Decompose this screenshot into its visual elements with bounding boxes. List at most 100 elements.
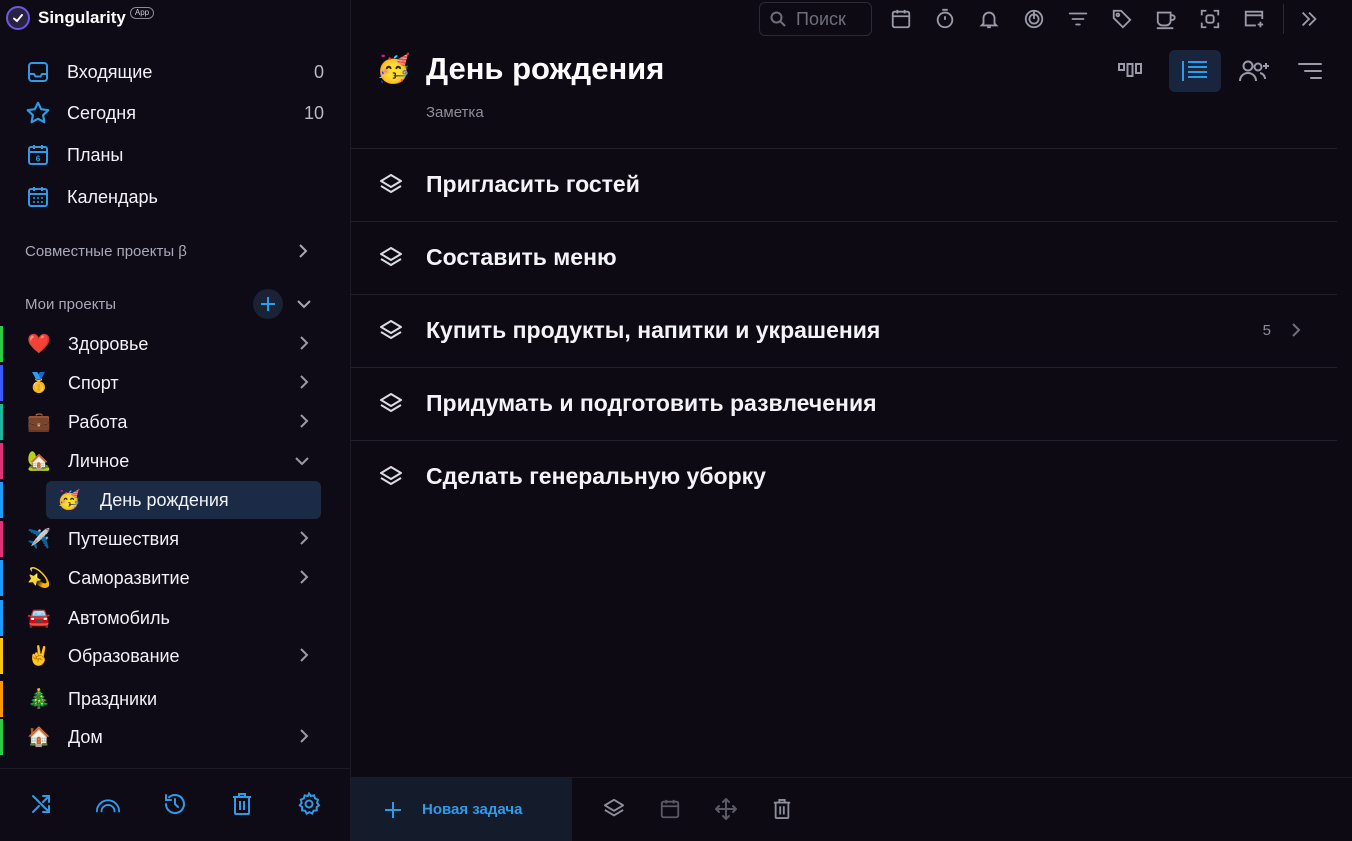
nav-inbox[interactable]: Входящие 0 [24,57,326,87]
calendar-icon[interactable] [657,796,683,822]
chevron-right-icon[interactable] [298,413,310,429]
project-work[interactable]: 💼 Работа [0,404,326,440]
project-emoji: 🏠 [27,727,51,748]
logo-check-icon [6,6,30,30]
list-view-icon [1182,61,1207,81]
chevron-right-icon[interactable] [298,647,310,663]
board-view-button[interactable] [1104,50,1156,92]
project-color-bar [0,521,3,557]
project-name: Автомобиль [68,607,170,628]
project-car[interactable]: 🚘 Автомобиль [0,600,326,636]
nav-calendar[interactable]: Календарь [24,182,326,212]
chevron-right-icon[interactable] [298,530,310,546]
task-row[interactable]: Придумать и подготовить развлечения [351,367,1337,439]
project-name: Саморазвитие [68,567,190,588]
layers-icon[interactable] [601,796,627,822]
project-color-bar [0,482,3,518]
task-row[interactable]: Составить меню [351,221,1337,293]
task-title: Сделать генеральную уборку [426,463,766,489]
plus-icon [384,801,402,819]
user-add-icon [1239,60,1269,82]
sort-options-button[interactable] [1284,50,1336,92]
project-color-bar [0,638,3,674]
project-self-development[interactable]: 💫 Саморазвитие [0,560,326,596]
my-projects-label: Мои проекты [25,295,117,313]
list-view-button[interactable] [1169,50,1221,92]
project-education[interactable]: ✌️ Образование [0,638,326,674]
chevron-right-icon [297,244,309,258]
project-title-emoji[interactable]: 🥳 [376,52,411,85]
project-holidays[interactable]: 🎄 Праздники [0,681,326,717]
project-home[interactable]: 🏠 Дом [0,719,326,755]
project-emoji: 💼 [27,412,51,433]
shared-projects-header[interactable]: Совместные проекты β [25,239,317,263]
project-emoji: 🏡 [27,451,51,472]
subtask-count: 5 [1262,322,1271,339]
project-sport[interactable]: 🥇 Спорт [0,365,326,401]
project-personal[interactable]: 🏡 Личное [0,443,326,479]
new-task-button[interactable]: Новая задача [351,778,572,841]
task-row[interactable]: Сделать генеральную уборку [351,440,1337,512]
main-panel: 🥳 День рождения Заметка Пригласить госте… [351,0,1352,841]
svg-text:6: 6 [36,155,41,164]
project-emoji: ✈️ [27,529,51,550]
chevron-right-icon[interactable] [1291,322,1301,338]
chevron-right-icon[interactable] [298,374,310,390]
page-title[interactable]: День рождения [426,51,664,87]
add-project-button[interactable] [253,289,283,319]
move-icon[interactable] [713,796,739,822]
my-projects-header[interactable]: Мои проекты [25,289,317,319]
chevron-right-icon[interactable] [298,569,310,585]
project-emoji: 🥳 [57,490,81,511]
project-birthday[interactable]: 🥳 День рождения [0,482,326,518]
project-emoji: ❤️ [27,334,51,355]
project-color-bar [0,404,3,440]
assign-user-button[interactable] [1229,50,1281,92]
nav-today[interactable]: Сегодня 10 [24,98,326,128]
board-view-icon [1118,63,1142,77]
history-icon[interactable] [162,791,188,817]
project-name: Здоровье [68,333,149,354]
star-icon [24,99,52,127]
page-subtitle-note[interactable]: Заметка [426,104,484,121]
project-emoji: 🥇 [27,373,51,394]
project-emoji: ✌️ [27,646,51,667]
project-name: Личное [68,450,130,471]
nav-today-count: 10 [303,102,324,123]
layers-icon [379,173,403,197]
project-health[interactable]: ❤️ Здоровье [0,326,326,362]
nav-inbox-label: Входящие [67,61,153,82]
layers-icon [379,465,403,489]
project-name: Спорт [68,372,119,393]
task-row[interactable]: Купить продукты, напитки и украшения 5 [351,294,1337,366]
chevron-down-icon[interactable] [297,299,311,309]
chevron-right-icon[interactable] [298,728,310,744]
chevron-right-icon[interactable] [298,335,310,351]
project-color-bar [0,365,3,401]
gear-icon[interactable] [296,791,322,817]
chevron-down-icon[interactable] [294,455,310,467]
main-footer: Новая задача [351,777,1352,841]
task-title: Купить продукты, напитки и украшения [426,317,881,343]
nav-calendar-label: Календарь [67,186,158,207]
task-row[interactable]: Пригласить гостей [351,148,1337,220]
project-name: Дом [68,726,103,747]
nav-plans[interactable]: 6 Планы [24,140,326,170]
project-color-bar [0,443,3,479]
nav-today-label: Сегодня [67,102,136,123]
project-travel[interactable]: ✈️ Путешествия [0,521,326,557]
shuffle-icon[interactable] [28,791,54,817]
app-name: Singularity [38,8,126,27]
app-logo[interactable]: Singularity App [6,6,155,30]
project-name: Образование [68,645,180,666]
task-title: Пригласить гостей [426,171,640,197]
habits-arc-icon[interactable] [95,791,121,817]
layers-icon [379,392,403,416]
inbox-icon [24,58,52,86]
calendar-day-icon: 6 [24,141,52,169]
trash-icon[interactable] [229,791,255,817]
project-color-bar [0,326,3,362]
project-name: Работа [68,411,128,432]
calendar-icon [24,183,52,211]
trash-icon[interactable] [769,796,795,822]
